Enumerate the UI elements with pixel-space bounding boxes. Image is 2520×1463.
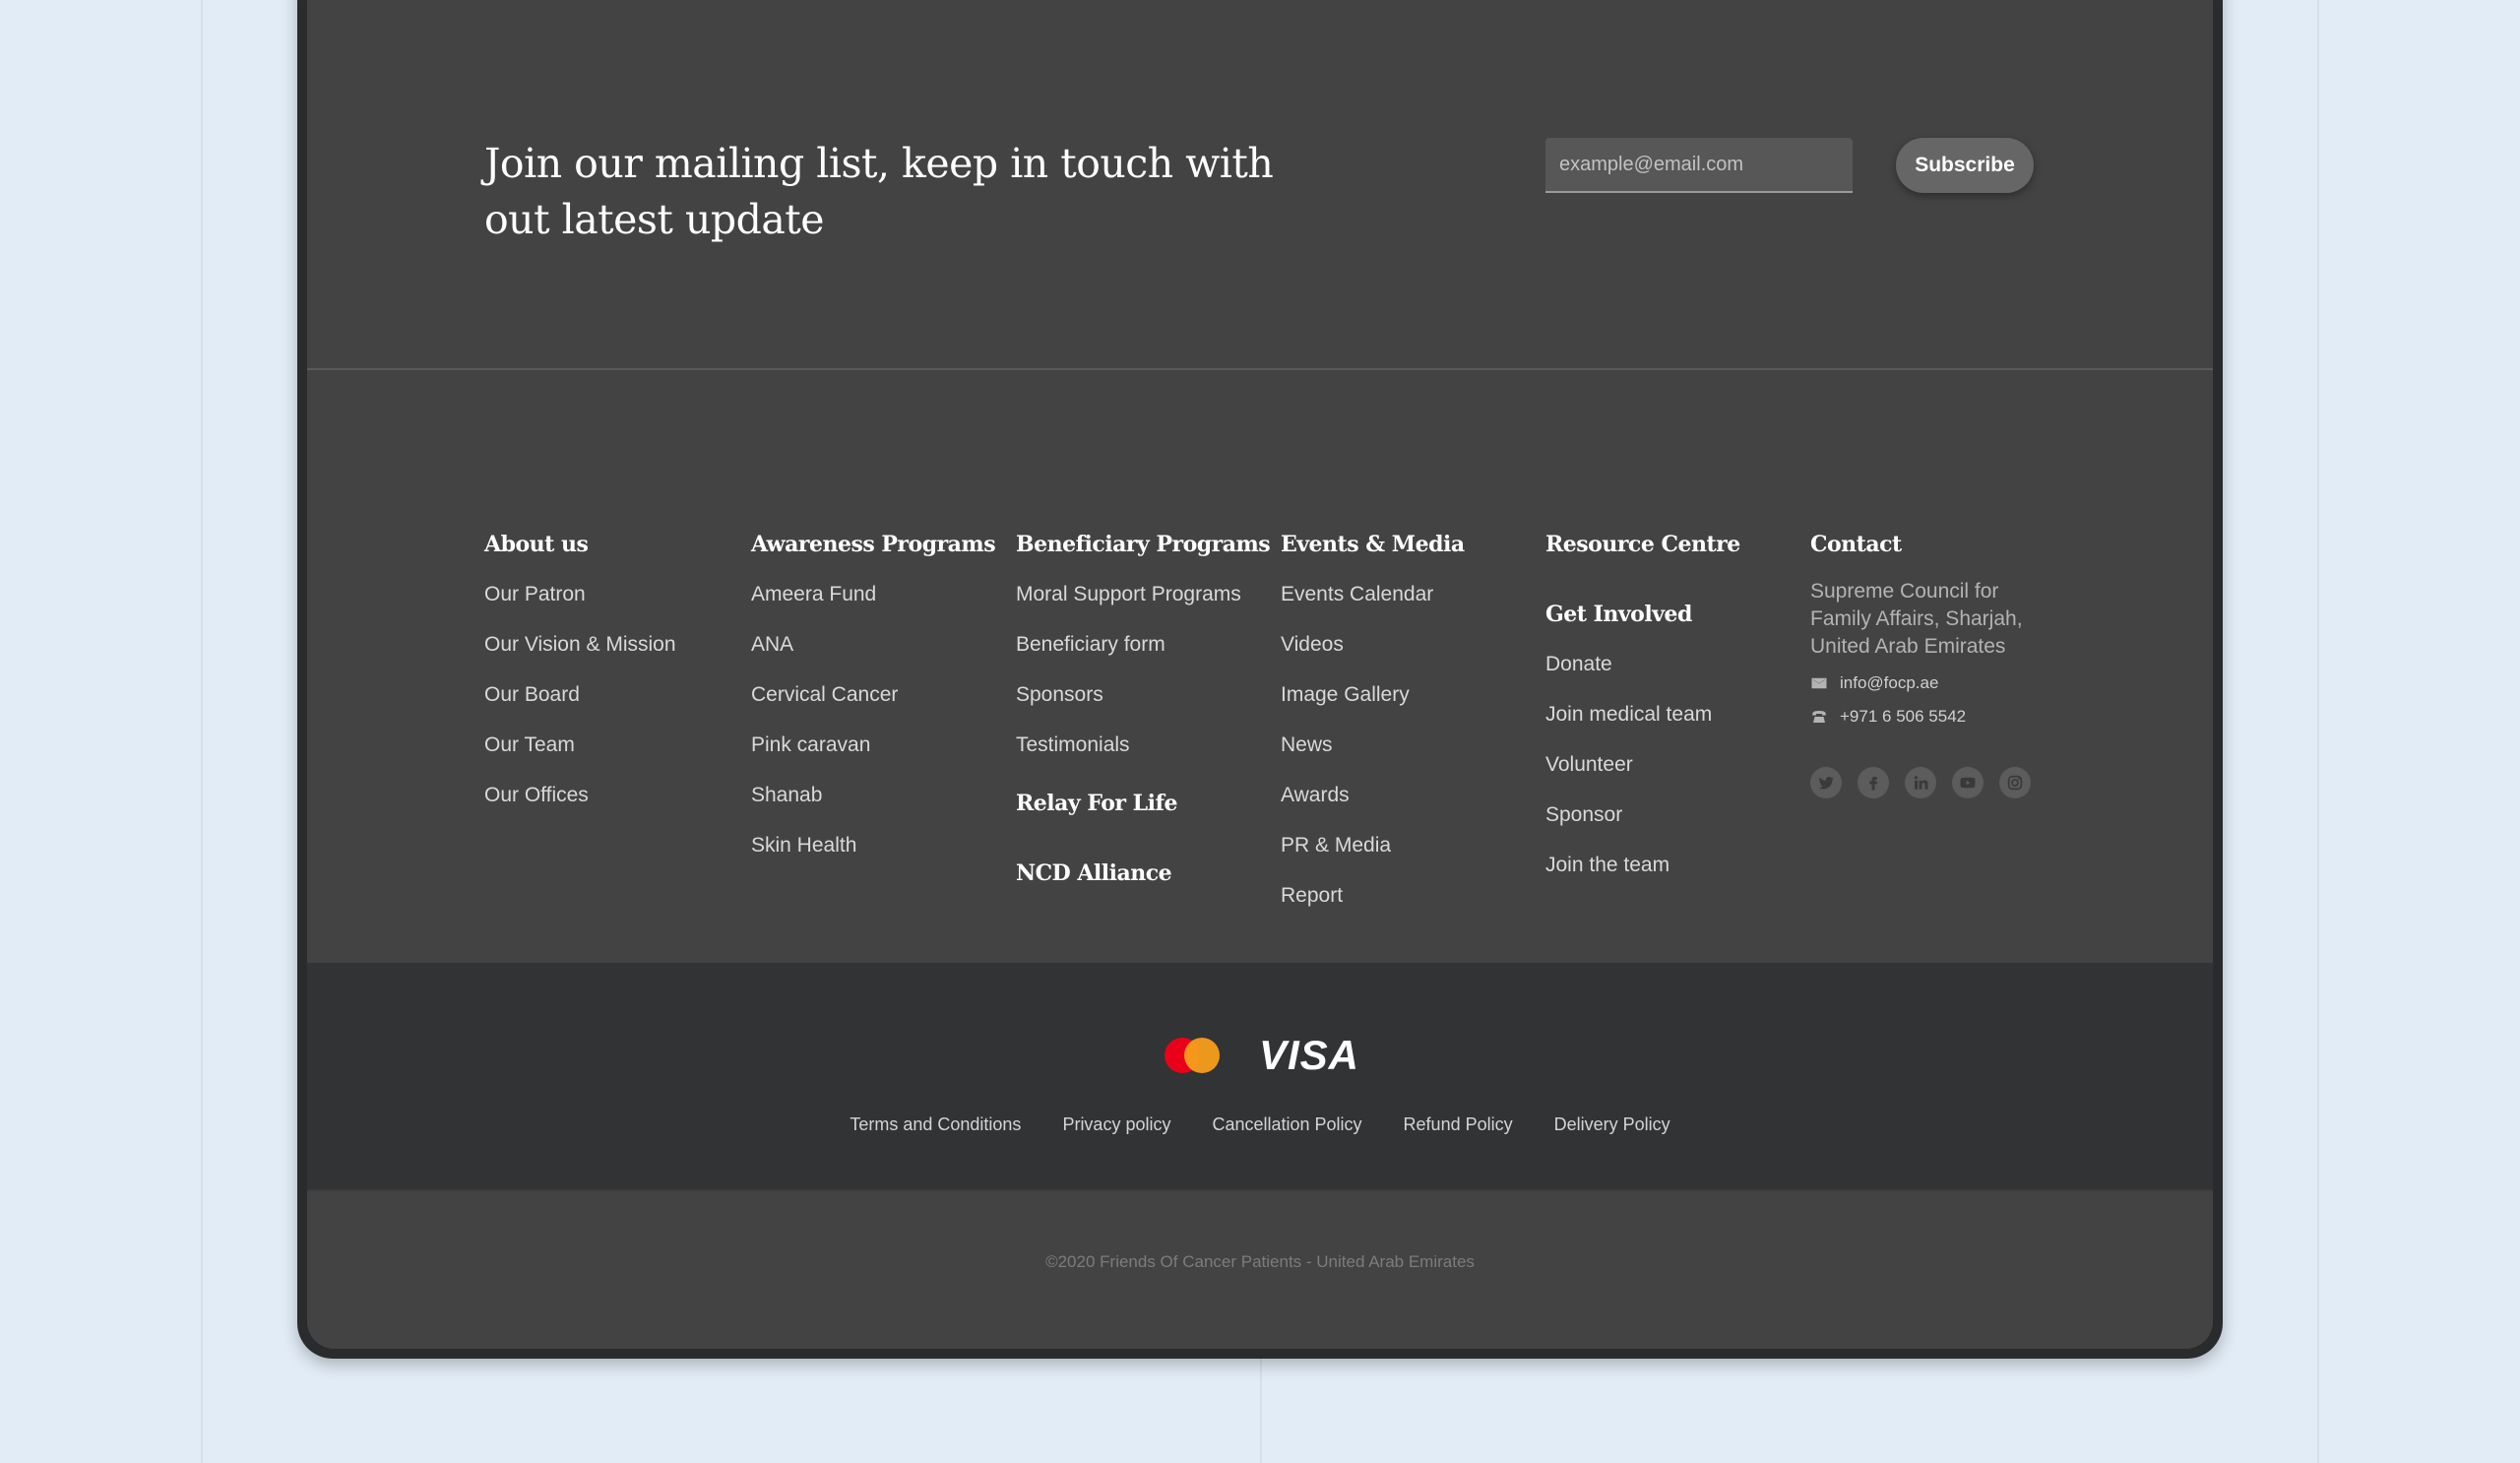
column-heading-events[interactable]: Events & Media [1281, 529, 1465, 560]
footer-link-volunteer[interactable]: Volunteer [1545, 739, 1740, 790]
footer-link-moral-support[interactable]: Moral Support Programs [1016, 569, 1270, 619]
link-cancellation-policy[interactable]: Cancellation Policy [1212, 1114, 1361, 1135]
footer-link-our-team[interactable]: Our Team [484, 720, 676, 770]
column-heading-awareness[interactable]: Awareness Programs [751, 529, 996, 560]
payment-logos: VISA [307, 1032, 2213, 1079]
footer-link-videos[interactable]: Videos [1281, 619, 1465, 669]
column-heading-ncd-alliance[interactable]: NCD Alliance [1016, 858, 1270, 889]
footer-link-our-patron[interactable]: Our Patron [484, 569, 676, 619]
mastercard-icon [1164, 1038, 1220, 1073]
footer-link-our-board[interactable]: Our Board [484, 669, 676, 720]
contact-address: Supreme Council for Family Affairs, Shar… [1810, 580, 2023, 658]
link-terms-and-conditions[interactable]: Terms and Conditions [850, 1114, 1021, 1135]
footer-link-awards[interactable]: Awards [1281, 770, 1465, 820]
column-heading-get-involved[interactable]: Get Involved [1545, 599, 1740, 630]
payments-policies-bar: VISA Terms and Conditions Privacy policy… [307, 963, 2213, 1189]
column-heading-about[interactable]: About us [484, 529, 676, 560]
social-links [1810, 767, 2047, 798]
link-privacy-policy[interactable]: Privacy policy [1062, 1114, 1170, 1135]
footer-link-shanab[interactable]: Shanab [751, 770, 995, 820]
footer-link-testimonials[interactable]: Testimonials [1016, 720, 1270, 770]
footer-column-resource: Resource Centre Get Involved Donate Join… [1545, 529, 1740, 890]
column-heading-resource[interactable]: Resource Centre [1545, 529, 1740, 560]
policy-links: Terms and Conditions Privacy policy Canc… [307, 1114, 2213, 1135]
footer-link-vision-mission[interactable]: Our Vision & Mission [484, 619, 676, 669]
footer-link-donate[interactable]: Donate [1545, 639, 1740, 689]
layout-guide-right [2317, 0, 2319, 1463]
device-frame: Join our mailing list, keep in touch wit… [297, 0, 2223, 1359]
footer-column-beneficiary: Beneficiary Programs Moral Support Progr… [1016, 529, 1271, 889]
copyright-text: ©2020 Friends Of Cancer Patients - Unite… [1045, 1252, 1475, 1271]
contact-phone[interactable]: +971 6 506 5542 [1840, 707, 1966, 727]
link-refund-policy[interactable]: Refund Policy [1404, 1114, 1513, 1135]
footer-link-join-medical-team[interactable]: Join medical team [1545, 689, 1740, 739]
footer-link-news[interactable]: News [1281, 720, 1465, 770]
instagram-icon[interactable] [1999, 767, 2031, 798]
footer-link-our-offices[interactable]: Our Offices [484, 770, 676, 820]
phone-icon [1812, 711, 1826, 723]
column-heading-contact: Contact [1810, 532, 1902, 557]
footer-link-ameera-fund[interactable]: Ameera Fund [751, 569, 995, 619]
contact-email[interactable]: info@focp.ae [1840, 673, 1938, 693]
contact-email-row[interactable]: info@focp.ae [1810, 670, 2047, 696]
footer-link-beneficiary-form[interactable]: Beneficiary form [1016, 619, 1270, 669]
subscribe-button[interactable]: Subscribe [1896, 138, 2034, 193]
footer-link-pr-media[interactable]: PR & Media [1281, 820, 1465, 870]
mailing-divider [307, 368, 2213, 370]
envelope-icon [1811, 677, 1827, 689]
column-heading-relay-for-life[interactable]: Relay For Life [1016, 788, 1270, 819]
mailing-list-heading: Join our mailing list, keep in touch wit… [484, 140, 1274, 243]
footer-column-awareness: Awareness Programs Ameera Fund ANA Cervi… [751, 529, 996, 870]
footer-link-report[interactable]: Report [1281, 870, 1465, 921]
link-delivery-policy[interactable]: Delivery Policy [1554, 1114, 1670, 1135]
footer-column-about: About us Our Patron Our Vision & Mission… [484, 529, 676, 820]
footer-panel: Join our mailing list, keep in touch wit… [307, 0, 2213, 1349]
footer-link-join-the-team[interactable]: Join the team [1545, 840, 1740, 890]
footer-link-sponsor[interactable]: Sponsor [1545, 790, 1740, 840]
footer-link-image-gallery[interactable]: Image Gallery [1281, 669, 1465, 720]
footer-link-ana[interactable]: ANA [751, 619, 995, 669]
footer-link-cervical-cancer[interactable]: Cervical Cancer [751, 669, 995, 720]
footer-link-pink-caravan[interactable]: Pink caravan [751, 720, 995, 770]
linkedin-icon[interactable] [1905, 767, 1936, 798]
copyright-bar: ©2020 Friends Of Cancer Patients - Unite… [307, 1191, 2213, 1349]
footer-link-sponsors[interactable]: Sponsors [1016, 669, 1270, 720]
footer-column-events: Events & Media Events Calendar Videos Im… [1281, 529, 1465, 921]
footer-link-skin-health[interactable]: Skin Health [751, 820, 995, 870]
youtube-icon[interactable] [1952, 767, 1984, 798]
footer-link-events-calendar[interactable]: Events Calendar [1281, 569, 1465, 619]
contact-phone-row[interactable]: +971 6 506 5542 [1810, 704, 2047, 730]
facebook-icon[interactable] [1858, 767, 1889, 798]
layout-guide-left [201, 0, 203, 1463]
twitter-icon[interactable] [1810, 767, 1842, 798]
email-input[interactable] [1545, 138, 1853, 193]
visa-logo: VISA [1258, 1032, 1360, 1078]
footer-column-contact: Contact Supreme Council for Family Affai… [1810, 529, 2047, 798]
column-heading-beneficiary[interactable]: Beneficiary Programs [1016, 529, 1271, 560]
